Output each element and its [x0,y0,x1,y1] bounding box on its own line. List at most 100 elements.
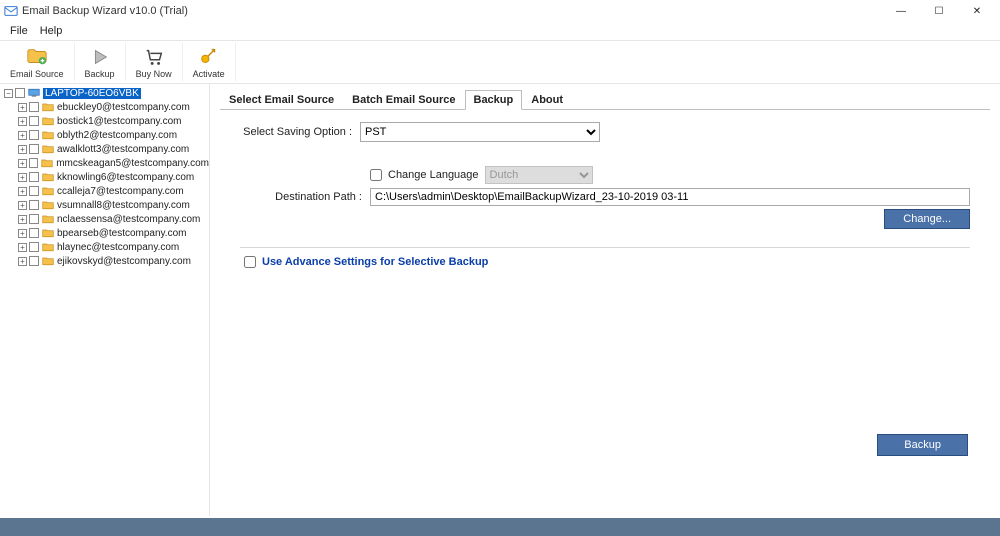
tree-item-label: bpearseb@testcompany.com [57,228,186,239]
folder-icon [42,116,54,126]
folder-icon [42,256,54,266]
computer-icon [28,88,40,98]
expand-icon[interactable]: + [18,159,27,168]
tree-item[interactable]: + ebuckley0@testcompany.com [0,100,209,114]
content-panel: Select Email Source Batch Email Source B… [210,84,1000,516]
window-title: Email Backup Wizard v10.0 (Trial) [22,5,188,17]
folder-icon [42,130,54,140]
toolbar-email-source[interactable]: Email Source [0,43,75,81]
sidebar-tree: − LAPTOP-60EO6VBK + ebuckley0@testcompany… [0,84,210,516]
toolbar: Email Source Backup Buy Now Activate [0,40,1000,84]
toolbar-activate-label: Activate [193,69,225,79]
expand-icon[interactable]: + [18,117,27,126]
tree-item-label: vsumnall8@testcompany.com [57,200,190,211]
change-language-checkbox[interactable] [370,169,382,181]
checkbox[interactable] [29,186,39,196]
tab-select-email-source[interactable]: Select Email Source [220,90,343,109]
checkbox[interactable] [15,88,25,98]
change-button[interactable]: Change... [884,209,970,229]
expand-icon[interactable]: + [18,173,27,182]
status-bar [0,518,1000,536]
checkbox[interactable] [29,102,39,112]
expand-icon[interactable]: + [18,243,27,252]
tab-backup[interactable]: Backup [465,90,523,110]
tree-item-label: ebuckley0@testcompany.com [57,102,190,113]
checkbox[interactable] [29,256,39,266]
folder-icon [42,214,54,224]
folder-add-icon [10,45,64,69]
tree-root[interactable]: − LAPTOP-60EO6VBK [0,86,209,100]
tab-batch-email-source[interactable]: Batch Email Source [343,90,464,109]
tree-item[interactable]: + vsumnall8@testcompany.com [0,198,209,212]
expand-icon[interactable]: + [18,187,27,196]
toolbar-email-source-label: Email Source [10,69,64,79]
main-area: − LAPTOP-60EO6VBK + ebuckley0@testcompany… [0,84,1000,516]
app-icon [4,4,18,18]
tree-item[interactable]: +hlaynec@testcompany.com [0,240,209,254]
tree-item-label: ejikovskyd@testcompany.com [57,256,191,267]
checkbox[interactable] [29,172,39,182]
language-select[interactable]: Dutch [485,166,593,184]
expand-icon[interactable]: + [18,215,27,224]
tree-item[interactable]: + ejikovskyd@testcompany.com [0,254,209,268]
backup-form: Select Saving Option : PST Change Langua… [220,110,990,268]
tree-item[interactable]: + kknowling6@testcompany.com [0,170,209,184]
toolbar-backup[interactable]: Backup [75,43,126,81]
tab-about[interactable]: About [522,90,572,109]
divider [240,247,970,248]
checkbox[interactable] [29,144,39,154]
toolbar-buy-now-label: Buy Now [136,69,172,79]
menu-help[interactable]: Help [34,25,69,37]
advance-settings-checkbox[interactable] [244,256,256,268]
play-icon [85,45,115,69]
tree-item-label: awalklott3@testcompany.com [57,144,189,155]
collapse-icon[interactable]: − [4,89,13,98]
menu-file[interactable]: File [4,25,34,37]
tree-item[interactable]: +mmcskeagan5@testcompany.com [0,156,209,170]
maximize-button[interactable]: ☐ [920,0,958,22]
close-button[interactable]: ✕ [958,0,996,22]
folder-icon [42,228,54,238]
backup-button[interactable]: Backup [877,434,968,456]
key-icon [193,45,225,69]
destination-path-label: Destination Path : [240,191,370,203]
tree-item[interactable]: + awalklott3@testcompany.com [0,142,209,156]
tree-item[interactable]: + ccalleja7@testcompany.com [0,184,209,198]
saving-option-select[interactable]: PST [360,122,600,142]
expand-icon[interactable]: + [18,131,27,140]
expand-icon[interactable]: + [18,257,27,266]
tree-item[interactable]: + nclaessensa@testcompany.com [0,212,209,226]
folder-icon [42,102,54,112]
menu-bar: File Help [0,22,1000,40]
tree-item-label: oblyth2@testcompany.com [57,130,177,141]
folder-icon [42,172,54,182]
checkbox[interactable] [29,158,39,168]
checkbox[interactable] [29,228,39,238]
tree-item-label: bostick1@testcompany.com [57,116,181,127]
title-bar: Email Backup Wizard v10.0 (Trial) — ☐ ✕ [0,0,1000,22]
expand-icon[interactable]: + [18,103,27,112]
folder-icon [42,186,54,196]
checkbox[interactable] [29,130,39,140]
tree-item[interactable]: + bostick1@testcompany.com [0,114,209,128]
tree-item-label: kknowling6@testcompany.com [57,172,194,183]
folder-icon [42,200,54,210]
checkbox[interactable] [29,242,39,252]
tree-root-label: LAPTOP-60EO6VBK [43,88,141,99]
folder-icon [42,144,54,154]
toolbar-buy-now[interactable]: Buy Now [126,43,183,81]
expand-icon[interactable]: + [18,229,27,238]
tree-item[interactable]: + bpearseb@testcompany.com [0,226,209,240]
tree-item-label: nclaessensa@testcompany.com [57,214,200,225]
expand-icon[interactable]: + [18,201,27,210]
checkbox[interactable] [29,116,39,126]
expand-icon[interactable]: + [18,145,27,154]
tab-bar: Select Email Source Batch Email Source B… [220,88,990,110]
destination-path-input[interactable] [370,188,970,206]
checkbox[interactable] [29,200,39,210]
tree-item-label: ccalleja7@testcompany.com [57,186,184,197]
tree-item[interactable]: + oblyth2@testcompany.com [0,128,209,142]
toolbar-activate[interactable]: Activate [183,43,236,81]
checkbox[interactable] [29,214,39,224]
minimize-button[interactable]: — [882,0,920,22]
